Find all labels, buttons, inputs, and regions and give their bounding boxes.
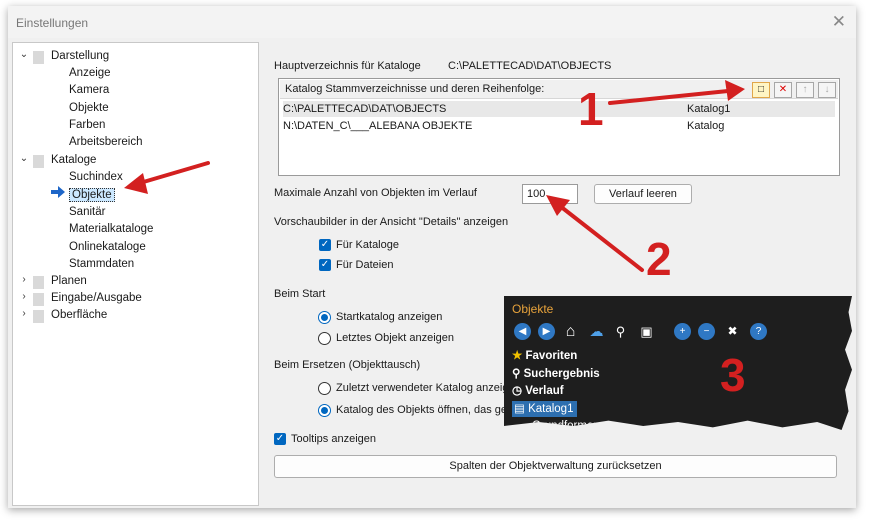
overlay-item-favoriten[interactable]: ★ Favoriten — [512, 348, 577, 364]
zoom-out-icon[interactable]: − — [698, 323, 715, 340]
overlay-item-katalog1[interactable]: ▤ Katalog1 — [512, 401, 578, 417]
arrow-head — [725, 80, 745, 101]
objects-panel-overlay: Objekte ◀ ▶ ⌂ ☁ ⚲ ▣ + − ✖ ? ★ Favoriten … — [504, 296, 852, 430]
forward-icon[interactable]: ▶ — [538, 323, 555, 340]
back-icon[interactable]: ◀ — [514, 323, 531, 340]
overlay-item-label: Katalog1 — [528, 403, 574, 415]
overlay-item-suchergebnis[interactable]: ⚲ Suchergebnis — [512, 366, 600, 382]
overlay-item-label: Suchergebnis — [523, 368, 600, 380]
arrow-head — [124, 173, 148, 194]
overlay-title: Objekte — [512, 302, 554, 316]
zoom-in-icon[interactable]: + — [674, 323, 691, 340]
view-icon[interactable]: ▣ — [638, 323, 655, 340]
clock-icon: ◷ — [512, 385, 523, 397]
overlay-item-verlauf[interactable]: ◷ Verlauf — [512, 383, 564, 399]
arrow-to-tree — [138, 161, 210, 185]
arrow-2 — [558, 204, 644, 272]
home-icon[interactable]: ⌂ — [562, 323, 579, 340]
star-icon: ★ — [512, 350, 523, 362]
book-icon: ▤ — [514, 403, 525, 415]
overlay-item-label: Verlauf — [525, 385, 564, 397]
cloud-icon[interactable]: ☁ — [588, 323, 605, 340]
help-icon[interactable]: ? — [750, 323, 767, 340]
annotation-arrows — [124, 80, 745, 397]
search-icon: ⚲ — [512, 368, 521, 380]
overlay-item-label: Favoriten — [525, 350, 578, 362]
arrow-1 — [608, 89, 730, 105]
annotation-number-3: 3 — [720, 349, 746, 401]
annotation-number-2: 2 — [646, 233, 672, 285]
cart-icon[interactable]: ✖ — [724, 323, 741, 340]
annotation-number-1: 1 — [578, 83, 604, 135]
search-icon[interactable]: ⚲ — [612, 323, 629, 340]
